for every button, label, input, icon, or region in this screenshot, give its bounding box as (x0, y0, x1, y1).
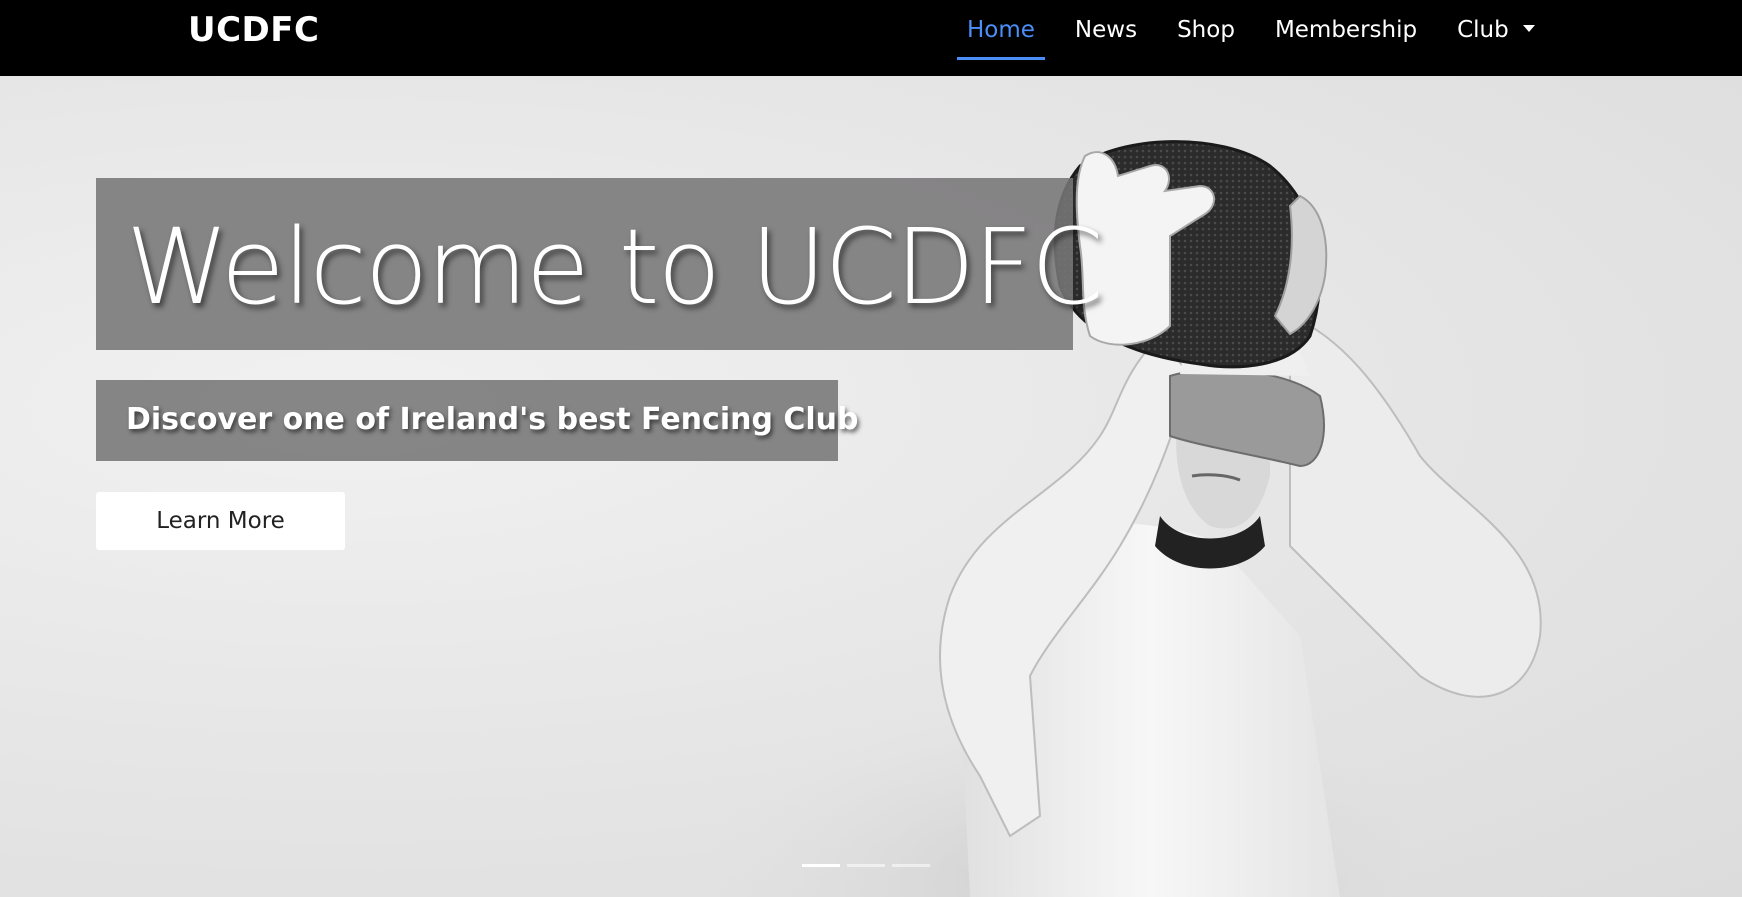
nav-item-club-dropdown[interactable]: Club (1447, 0, 1545, 60)
nav-item-label: Membership (1274, 17, 1418, 43)
hero-title-box: Welcome to UCDFC (96, 178, 1103, 350)
caret-down-icon (1522, 25, 1535, 32)
nav-item-shop[interactable]: Shop (1167, 0, 1245, 60)
brand-logo[interactable]: UCDFC (188, 10, 319, 50)
hero-subtitle-box: Discover one of Ireland's best Fencing C… (96, 380, 859, 461)
nav-item-label: News (1074, 17, 1138, 43)
nav-item-label: Shop (1177, 17, 1235, 43)
nav-item-home[interactable]: Home (957, 0, 1045, 60)
nav-item-label: Home (967, 17, 1035, 43)
hero-title: Welcome to UCDFC (126, 206, 1103, 328)
learn-more-button[interactable]: Learn More (96, 492, 345, 550)
carousel-indicators (802, 864, 937, 867)
hero-carousel: Welcome to UCDFC Discover one of Ireland… (0, 76, 1742, 897)
nav-menu: Home News Shop Membership Club (957, 0, 1565, 60)
hero-subtitle: Discover one of Ireland's best Fencing C… (126, 402, 859, 437)
navbar: UCDFC Home News Shop Membership Club (0, 0, 1742, 76)
carousel-indicator-1[interactable] (802, 864, 840, 867)
carousel-indicator-3[interactable] (892, 864, 930, 867)
nav-item-label: Club (1457, 17, 1509, 43)
carousel-indicator-2[interactable] (847, 864, 885, 867)
nav-item-news[interactable]: News (1065, 0, 1147, 60)
nav-item-membership[interactable]: Membership (1265, 0, 1427, 60)
